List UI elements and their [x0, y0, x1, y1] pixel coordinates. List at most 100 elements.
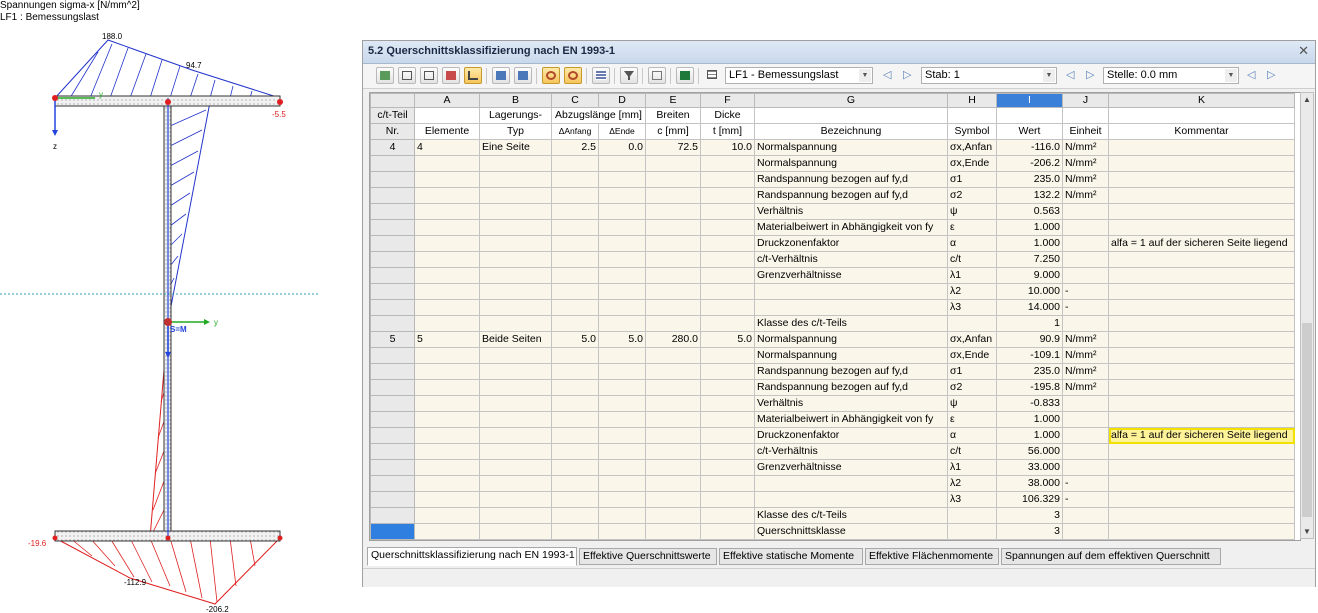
- cell-a[interactable]: [414, 427, 480, 444]
- cell-b[interactable]: [479, 299, 552, 316]
- column-letter[interactable]: A: [414, 93, 480, 108]
- tab-effektive-statische-momente[interactable]: Effektive statische Momente: [719, 548, 863, 565]
- cell-h[interactable]: σ2: [947, 379, 997, 396]
- cell-a[interactable]: [414, 443, 480, 460]
- cell-d[interactable]: [598, 219, 646, 236]
- cell-c[interactable]: [551, 235, 599, 252]
- cell-e[interactable]: 280.0: [645, 331, 701, 348]
- row-number-cell[interactable]: [370, 283, 415, 300]
- cell-h[interactable]: [947, 507, 997, 524]
- cell-e[interactable]: [645, 363, 701, 380]
- cell-e[interactable]: [645, 491, 701, 508]
- row-number-cell[interactable]: [370, 443, 415, 460]
- row-number-cell[interactable]: [370, 507, 415, 524]
- cell-d[interactable]: [598, 155, 646, 172]
- cell-a[interactable]: [414, 251, 480, 268]
- cell-g[interactable]: Normalspannung: [754, 139, 948, 156]
- cell-c[interactable]: [551, 299, 599, 316]
- cell-i[interactable]: 90.9: [996, 331, 1063, 348]
- cell-b[interactable]: [479, 283, 552, 300]
- cell-k[interactable]: [1108, 155, 1295, 172]
- columns-icon[interactable]: [592, 67, 610, 84]
- cell-f[interactable]: [700, 315, 755, 332]
- cell-i[interactable]: 235.0: [996, 171, 1063, 188]
- cell-b[interactable]: Beide Seiten: [479, 331, 552, 348]
- row-number-cell[interactable]: 5: [370, 331, 415, 348]
- cell-h[interactable]: ε: [947, 219, 997, 236]
- cell-a[interactable]: [414, 267, 480, 284]
- cell-b[interactable]: [479, 459, 552, 476]
- cell-j[interactable]: [1062, 235, 1109, 252]
- cell-g[interactable]: Materialbeiwert in Abhängigkeit von fy: [754, 411, 948, 428]
- vertical-scrollbar[interactable]: ▲ ▼: [1300, 92, 1314, 539]
- tab-effektive-querschnittswerte[interactable]: Effektive Querschnittswerte: [579, 548, 717, 565]
- cell-h[interactable]: σx,Anfan: [947, 139, 997, 156]
- cell-b[interactable]: Eine Seite: [479, 139, 552, 156]
- column-letter[interactable]: F: [700, 93, 755, 108]
- cell-k[interactable]: [1108, 491, 1295, 508]
- cell-k[interactable]: [1108, 187, 1295, 204]
- row-number-cell[interactable]: 4: [370, 139, 415, 156]
- cell-d[interactable]: [598, 459, 646, 476]
- cell-d[interactable]: [598, 347, 646, 364]
- cell-k[interactable]: [1108, 459, 1295, 476]
- cell-e[interactable]: [645, 315, 701, 332]
- cell-h[interactable]: σ1: [947, 363, 997, 380]
- cell-e[interactable]: [645, 379, 701, 396]
- cell-e[interactable]: [645, 347, 701, 364]
- row-number-cell[interactable]: [370, 155, 415, 172]
- cell-i[interactable]: 33.000: [996, 459, 1063, 476]
- cell-g[interactable]: Verhältnis: [754, 203, 948, 220]
- cell-d[interactable]: [598, 267, 646, 284]
- cell-k[interactable]: [1108, 411, 1295, 428]
- cell-d[interactable]: 5.0: [598, 331, 646, 348]
- cell-k[interactable]: [1108, 443, 1295, 460]
- cell-g[interactable]: Normalspannung: [754, 331, 948, 348]
- cell-k[interactable]: [1108, 523, 1295, 540]
- cell-c[interactable]: [551, 523, 599, 540]
- cell-g[interactable]: [754, 475, 948, 492]
- cell-j[interactable]: [1062, 219, 1109, 236]
- cell-d[interactable]: [598, 379, 646, 396]
- cell-c[interactable]: [551, 251, 599, 268]
- cell-b[interactable]: [479, 315, 552, 332]
- cell-k[interactable]: [1108, 475, 1295, 492]
- cell-j[interactable]: N/mm²: [1062, 347, 1109, 364]
- cell-a[interactable]: [414, 187, 480, 204]
- cell-f[interactable]: [700, 491, 755, 508]
- cell-a[interactable]: [414, 411, 480, 428]
- row-number-cell[interactable]: [370, 363, 415, 380]
- cell-i[interactable]: 1.000: [996, 411, 1063, 428]
- cell-b[interactable]: [479, 267, 552, 284]
- cell-a[interactable]: [414, 155, 480, 172]
- cell-j[interactable]: -: [1062, 491, 1109, 508]
- cell-e[interactable]: [645, 427, 701, 444]
- cell-i[interactable]: 56.000: [996, 443, 1063, 460]
- cell-g[interactable]: c/t-Verhältnis: [754, 251, 948, 268]
- cell-g[interactable]: Druckzonenfaktor: [754, 235, 948, 252]
- cell-h[interactable]: [947, 523, 997, 540]
- chevron-down-icon[interactable]: ▼: [1303, 527, 1311, 536]
- cell-d[interactable]: [598, 171, 646, 188]
- cell-f[interactable]: [700, 267, 755, 284]
- cell-c[interactable]: [551, 347, 599, 364]
- cell-c[interactable]: [551, 219, 599, 236]
- cell-d[interactable]: [598, 395, 646, 412]
- row-number-cell[interactable]: [370, 203, 415, 220]
- row-number-cell[interactable]: [370, 411, 415, 428]
- cell-f[interactable]: [700, 155, 755, 172]
- cell-a[interactable]: [414, 315, 480, 332]
- cell-c[interactable]: [551, 363, 599, 380]
- cell-d[interactable]: [598, 187, 646, 204]
- cell-a[interactable]: [414, 475, 480, 492]
- cell-i[interactable]: 1.000: [996, 235, 1063, 252]
- cell-h[interactable]: λ2: [947, 283, 997, 300]
- cell-h[interactable]: λ2: [947, 475, 997, 492]
- cell-g[interactable]: Randspannung bezogen auf fy,d: [754, 379, 948, 396]
- cell-f[interactable]: 5.0: [700, 331, 755, 348]
- cell-b[interactable]: [479, 491, 552, 508]
- cell-h[interactable]: σ2: [947, 187, 997, 204]
- cell-d[interactable]: [598, 299, 646, 316]
- cell-h[interactable]: λ3: [947, 491, 997, 508]
- cell-e[interactable]: [645, 187, 701, 204]
